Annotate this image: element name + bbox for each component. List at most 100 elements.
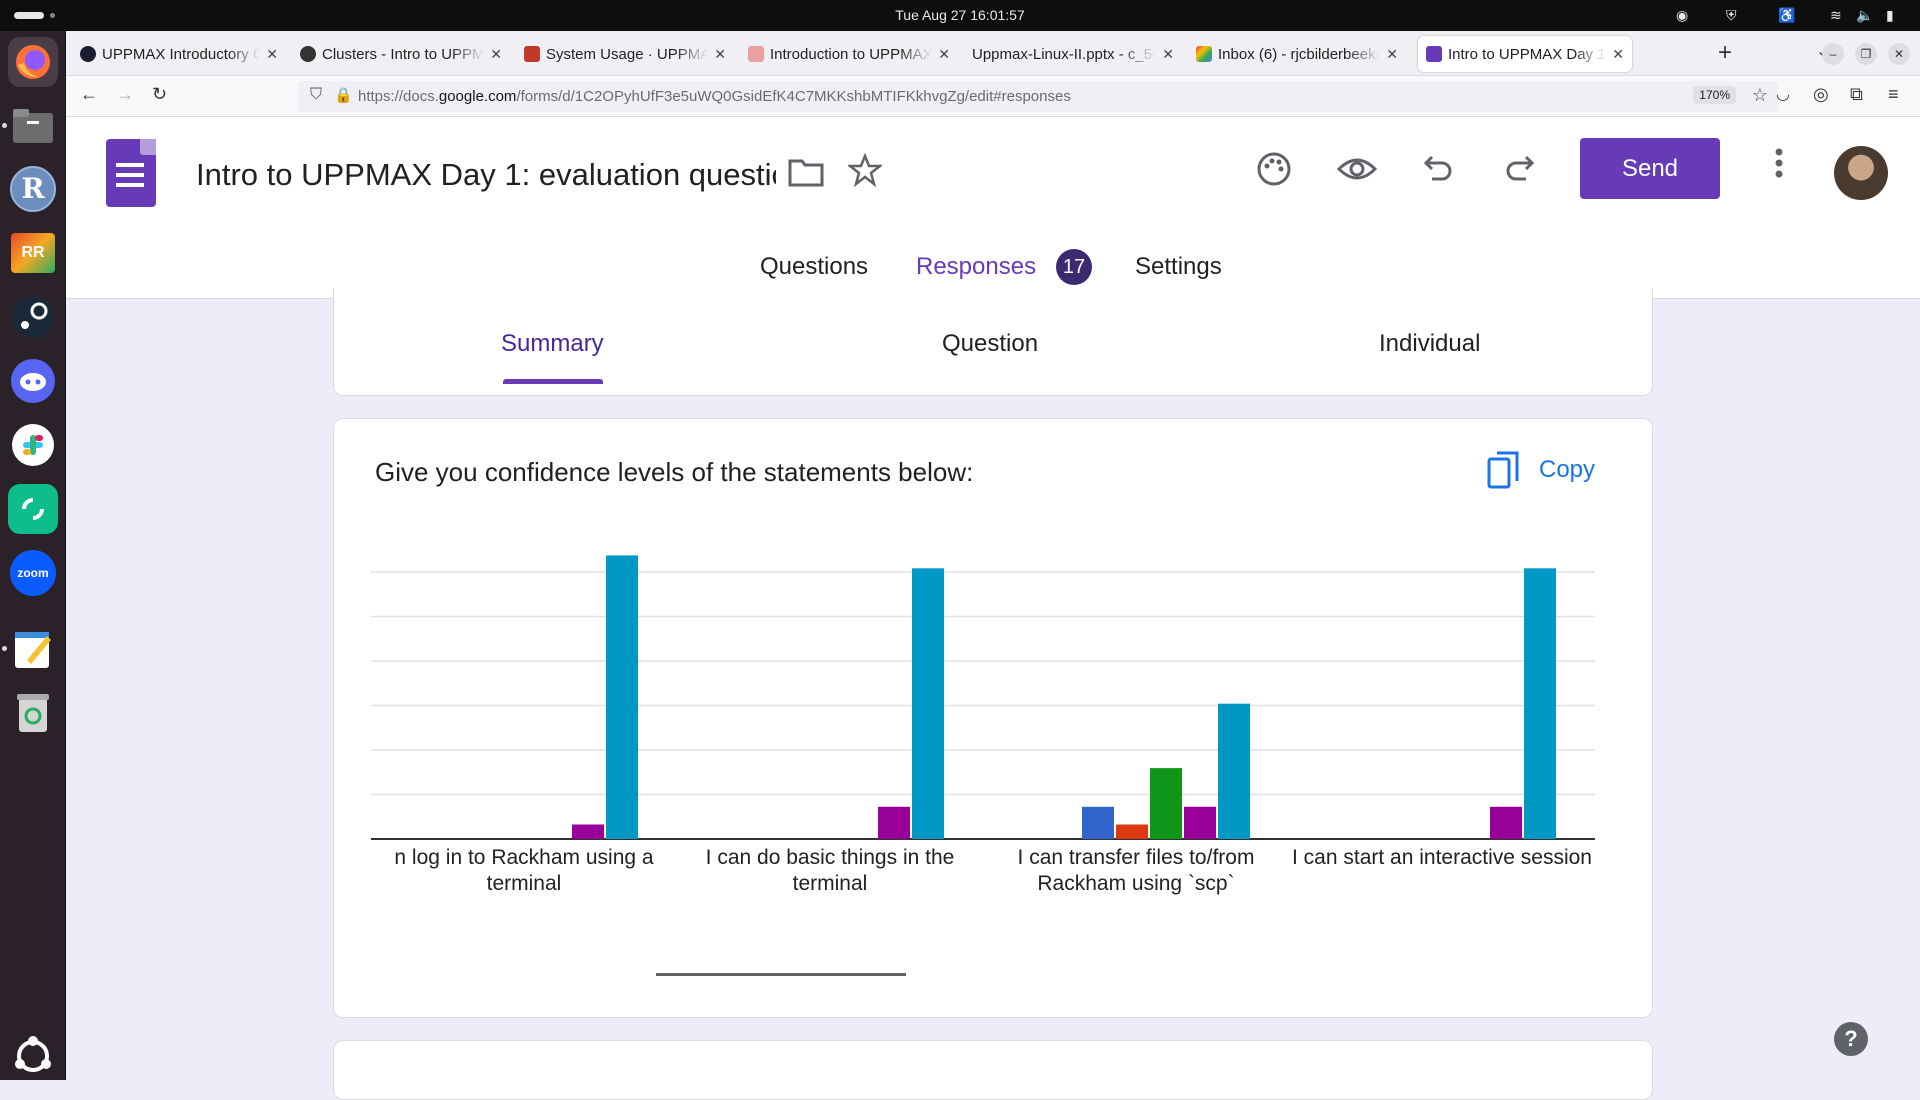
shield-icon[interactable]: ⛉ <box>310 86 322 104</box>
close-tab-icon[interactable]: ✕ <box>1386 46 1398 63</box>
volume-icon[interactable]: 🔈 <box>1856 7 1873 24</box>
undo-icon[interactable] <box>1422 151 1454 191</box>
new-tab-icon[interactable]: + <box>1718 39 1732 67</box>
forward-arrow-icon[interactable]: → <box>116 84 134 105</box>
running-indicator <box>2 646 7 651</box>
text-editor-icon[interactable] <box>8 624 58 674</box>
shield-tray-icon[interactable]: ⛨ <box>1726 7 1737 24</box>
close-tab-icon[interactable]: ✕ <box>938 46 950 63</box>
application-dock: R RR zoom <box>0 31 66 1080</box>
browser-tab[interactable]: Introduction to UPPMAX ✕ <box>740 36 958 72</box>
menu-icon[interactable]: ≡ <box>1888 84 1899 105</box>
battery-icon[interactable]: ▮ <box>1886 7 1894 24</box>
address-bar[interactable]: ⛉ 🔒 https://docs.google.com/forms/d/1C2O… <box>298 81 1778 112</box>
category-label: I can do basic things in the <box>706 846 955 869</box>
gmail-icon <box>1196 46 1212 62</box>
url-domain: google.com <box>438 88 517 105</box>
firefox-icon[interactable] <box>8 37 58 87</box>
tab-questions[interactable]: Questions <box>760 253 868 281</box>
tab-settings[interactable]: Settings <box>1135 253 1222 281</box>
chart-bar[interactable] <box>1218 703 1250 839</box>
user-avatar[interactable] <box>1834 146 1888 200</box>
r-icon[interactable]: R <box>8 164 58 214</box>
close-tab-icon[interactable]: ✕ <box>490 46 502 63</box>
system-top-bar: Tue Aug 27 16:01:57 ◉ ⛨ ♿ ≋ 🔈 ▮ <box>0 0 1920 31</box>
account-icon[interactable]: ◎ <box>1813 84 1829 105</box>
tab-individual[interactable]: Individual <box>1379 330 1480 358</box>
chart-bar[interactable] <box>1490 806 1522 839</box>
browser-tab[interactable]: UPPMAX Introductory Co ✕ <box>72 36 286 72</box>
close-tab-icon[interactable]: ✕ <box>714 46 726 63</box>
chart-bar[interactable] <box>1524 568 1556 839</box>
copy-icon <box>1487 451 1519 489</box>
chart-bar[interactable] <box>878 806 910 839</box>
chart-bar[interactable] <box>572 824 604 840</box>
send-button[interactable]: Send <box>1580 138 1720 199</box>
wifi-icon[interactable]: ≋ <box>1830 7 1842 24</box>
browser-tab[interactable]: Inbox (6) - rjcbilderbeek@ ✕ <box>1188 36 1406 72</box>
close-tab-icon[interactable]: ✕ <box>266 46 278 63</box>
bookmark-star-icon[interactable]: ☆ <box>1752 85 1768 106</box>
copy-chart-button[interactable]: Copy <box>1487 451 1595 489</box>
preview-eye-icon[interactable] <box>1336 151 1378 195</box>
redo-icon[interactable] <box>1504 151 1536 191</box>
browser-tab[interactable]: System Usage · UPPMAX ✕ <box>516 36 734 72</box>
back-arrow-icon[interactable]: ← <box>80 84 98 105</box>
response-count-badge: 17 <box>1056 249 1092 285</box>
url-prefix: https://docs. <box>358 88 439 105</box>
tab-label: Intro to UPPMAX Day 1: e <box>1448 45 1607 63</box>
system-clock[interactable]: Tue Aug 27 16:01:57 <box>0 7 1920 23</box>
chart-bar[interactable] <box>1184 806 1216 839</box>
chart-bar[interactable] <box>1116 824 1148 840</box>
files-icon[interactable] <box>8 101 58 151</box>
url-text[interactable]: https://docs.google.com/forms/d/1C2OPyhU… <box>358 88 1071 105</box>
zoom-tray-icon[interactable]: ◉ <box>1676 7 1688 24</box>
tab-label: Inbox (6) - rjcbilderbeek@ <box>1218 45 1381 63</box>
zoom-icon[interactable]: zoom <box>8 548 58 598</box>
form-title[interactable]: Intro to UPPMAX Day 1: evaluation questi… <box>196 157 776 193</box>
rstudio-icon[interactable]: RR <box>8 228 58 278</box>
google-forms-logo-icon[interactable] <box>106 139 156 207</box>
extensions-icon[interactable]: ⧉ <box>1850 84 1863 105</box>
forms-header: Intro to UPPMAX Day 1: evaluation questi… <box>66 117 1920 299</box>
slack-icon[interactable] <box>8 420 58 470</box>
more-options-icon[interactable] <box>1774 147 1784 187</box>
steam-icon[interactable] <box>8 292 58 342</box>
chart-scroll-indicator[interactable] <box>656 973 906 976</box>
close-window-icon[interactable]: ✕ <box>1888 43 1910 65</box>
zoom-level[interactable]: 170% <box>1693 86 1736 104</box>
folder-icon[interactable] <box>788 157 824 195</box>
browser-tab[interactable]: Clusters - Intro to UPPMA ✕ <box>292 36 510 72</box>
help-icon[interactable]: ? <box>1834 1022 1868 1056</box>
browser-tab[interactable]: Uppmax-Linux-II.pptx - c_56 ✕ <box>964 36 1182 72</box>
chart-bar[interactable] <box>606 555 638 839</box>
palette-icon[interactable] <box>1256 151 1292 195</box>
tab-label: System Usage · UPPMAX <box>546 45 709 63</box>
star-icon[interactable] <box>846 152 884 195</box>
accessibility-icon[interactable]: ♿ <box>1778 7 1795 24</box>
browser-tab-strip: UPPMAX Introductory Co ✕ Clusters - Intr… <box>66 31 1920 76</box>
show-apps-icon[interactable] <box>8 1031 58 1081</box>
minimize-icon[interactable]: – <box>1822 43 1844 65</box>
restore-icon[interactable]: ❐ <box>1855 43 1877 65</box>
browser-tab-active[interactable]: Intro to UPPMAX Day 1: e ✕ <box>1418 36 1632 72</box>
element-icon[interactable] <box>8 484 58 534</box>
chart-bar[interactable] <box>1082 806 1114 839</box>
lock-icon[interactable]: 🔒 <box>334 86 353 104</box>
close-tab-icon[interactable]: ✕ <box>1162 46 1174 63</box>
chart-bar[interactable] <box>912 568 944 839</box>
pocket-icon[interactable]: ◡ <box>1776 84 1790 104</box>
chart-bar[interactable] <box>1150 768 1182 839</box>
trash-icon[interactable] <box>8 688 58 738</box>
uppmax-icon <box>748 46 764 62</box>
category-label: terminal <box>793 872 868 895</box>
tab-question[interactable]: Question <box>942 330 1038 358</box>
close-tab-icon[interactable]: ✕ <box>1612 46 1624 63</box>
reload-icon[interactable]: ↻ <box>152 84 167 105</box>
discord-icon[interactable] <box>8 356 58 406</box>
tab-responses[interactable]: Responses <box>916 253 1036 281</box>
tab-summary[interactable]: Summary <box>501 330 604 358</box>
running-indicator <box>2 123 7 128</box>
tab-label: Introduction to UPPMAX <box>770 45 933 63</box>
confidence-bar-chart: n log in to Rackham using a terminal I can… <box>371 555 1595 895</box>
